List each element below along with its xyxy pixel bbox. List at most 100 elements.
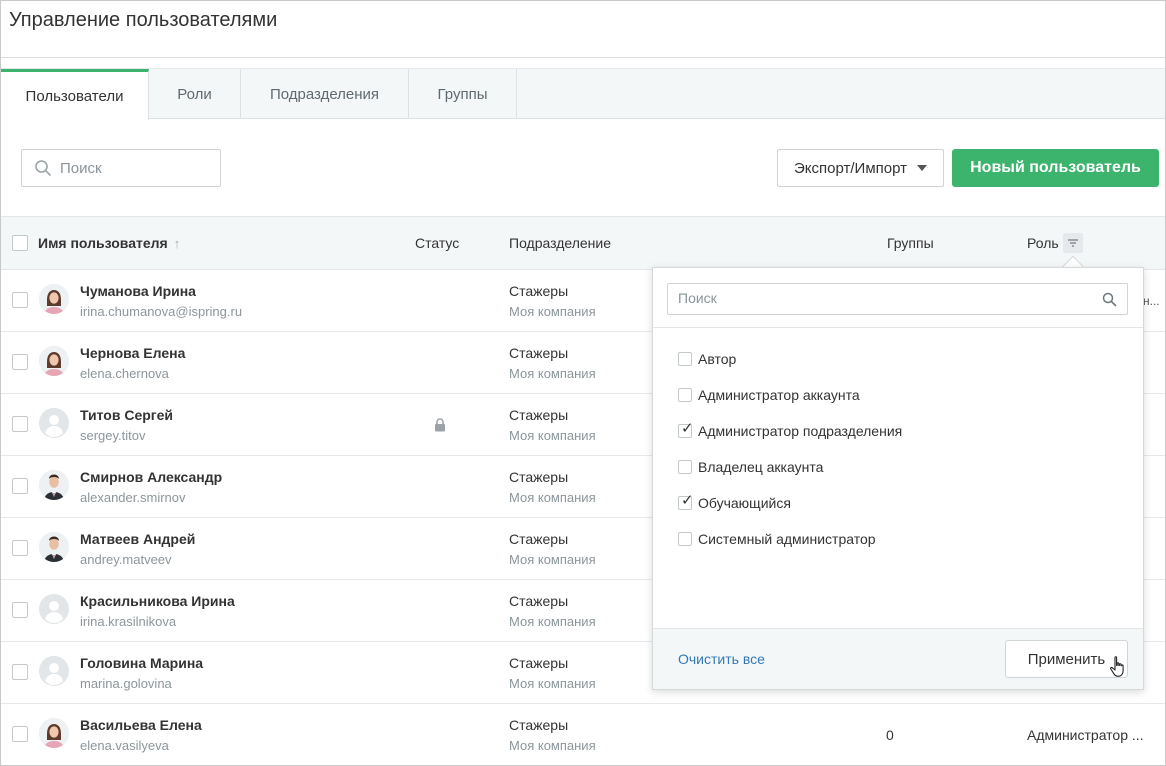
clear-all-link[interactable]: Очистить все	[678, 651, 765, 667]
user-name[interactable]: Чуманова Ирина	[80, 283, 196, 299]
user-company: Моя компания	[509, 676, 596, 691]
user-login: irina.krasilnikova	[80, 614, 177, 629]
checkmark-icon: ✓	[681, 492, 694, 509]
user-company: Моя компания	[509, 614, 596, 629]
role-option-label: Администратор аккаунта	[698, 387, 860, 403]
export-import-label: Экспорт/Импорт	[794, 159, 907, 177]
role-cell-overflow: н...	[1143, 294, 1160, 308]
user-name[interactable]: Красильникова Ирина	[80, 593, 235, 609]
table-header: Имя пользователя ↑ Статус Подразделение Г…	[1, 216, 1165, 270]
avatar	[39, 346, 69, 376]
avatar	[39, 408, 69, 438]
role-option-checkbox[interactable]: ✓	[678, 421, 694, 438]
user-login: elena.vasilyeva	[80, 738, 169, 753]
row-checkbox[interactable]	[12, 726, 28, 742]
user-department: Стажеры	[509, 469, 569, 485]
user-department: Стажеры	[509, 345, 569, 361]
user-name[interactable]: Головина Марина	[80, 655, 203, 671]
user-company: Моя компания	[509, 552, 596, 567]
role-option-label: Администратор подразделения	[698, 423, 903, 439]
user-role: Администратор ...	[1027, 727, 1144, 743]
user-department: Стажеры	[509, 717, 569, 733]
role-filter-search	[667, 283, 1128, 315]
row-checkbox[interactable]	[12, 540, 28, 556]
search-icon	[35, 160, 51, 176]
role-option[interactable]: Владелец аккаунта	[678, 457, 823, 477]
row-checkbox[interactable]	[12, 416, 28, 432]
user-department: Стажеры	[509, 283, 569, 299]
user-login: marina.golovina	[80, 676, 172, 691]
role-option[interactable]: ✓ Обучающийся	[678, 493, 791, 513]
user-name[interactable]: Титов Сергей	[80, 407, 173, 423]
avatar	[39, 594, 69, 624]
role-filter-button[interactable]	[1063, 233, 1083, 253]
user-department: Стажеры	[509, 593, 569, 609]
user-login: andrey.matveev	[80, 552, 172, 567]
role-option-label: Системный администратор	[698, 531, 876, 547]
column-header-department: Подразделение	[509, 235, 612, 251]
popup-footer: Очистить все Применить	[653, 628, 1143, 689]
user-login: sergey.titov	[80, 428, 146, 443]
role-option-checkbox[interactable]	[678, 532, 692, 546]
role-option[interactable]: Администратор аккаунта	[678, 385, 860, 405]
app-window: Управление пользователями Пользователи Р…	[0, 0, 1166, 766]
avatar	[39, 284, 69, 314]
user-department: Стажеры	[509, 655, 569, 671]
tab-roles[interactable]: Роли	[149, 69, 241, 119]
hand-cursor-icon	[1110, 656, 1124, 677]
user-groups: 0	[886, 727, 894, 743]
user-login: alexander.smirnov	[80, 490, 186, 505]
role-option[interactable]: ✓ Администратор подразделения	[678, 421, 902, 441]
user-company: Моя компания	[509, 366, 596, 381]
role-option-checkbox[interactable]	[678, 460, 692, 474]
user-name[interactable]: Чернова Елена	[80, 345, 185, 361]
role-option-label: Обучающийся	[698, 495, 791, 511]
user-department: Стажеры	[509, 407, 569, 423]
sort-ascending-icon: ↑	[173, 236, 181, 251]
role-filter-popup: АвторАдминистратор аккаунта✓Администрато…	[652, 267, 1144, 690]
filter-icon	[1068, 239, 1078, 247]
row-checkbox[interactable]	[12, 664, 28, 680]
table-row[interactable]: Васильева Елена elena.vasilyeva Стажеры Моя…	[1, 704, 1165, 765]
tab-users[interactable]: Пользователи	[1, 69, 149, 120]
export-import-button[interactable]: Экспорт/Импорт	[777, 149, 944, 187]
tab-departments[interactable]: Подразделения	[241, 69, 409, 119]
column-header-groups: Группы	[887, 235, 934, 251]
user-name[interactable]: Смирнов Александр	[80, 469, 222, 485]
avatar	[39, 470, 69, 500]
lock-icon	[435, 418, 445, 432]
column-header-status: Статус	[415, 235, 460, 251]
role-option[interactable]: Системный администратор	[678, 529, 876, 549]
role-option-checkbox[interactable]: ✓	[678, 492, 694, 510]
role-option-label: Автор	[698, 351, 737, 367]
tab-groups[interactable]: Группы	[409, 69, 517, 119]
avatar	[39, 656, 69, 686]
divider	[1, 57, 1165, 58]
page-title: Управление пользователями	[9, 9, 278, 31]
user-name[interactable]: Матвеев Андрей	[80, 531, 195, 547]
select-all-checkbox[interactable]	[12, 235, 28, 251]
user-company: Моя компания	[509, 738, 596, 753]
user-department: Стажеры	[509, 531, 569, 547]
user-name[interactable]: Васильева Елена	[80, 717, 202, 733]
divider	[653, 327, 1143, 328]
new-user-button[interactable]: Новый пользователь	[952, 149, 1159, 187]
role-filter-search-input[interactable]	[678, 290, 1078, 306]
user-login: irina.chumanova@ispring.ru	[80, 304, 243, 319]
role-option-label: Владелец аккаунта	[698, 459, 824, 475]
user-company: Моя компания	[509, 428, 596, 443]
search-input[interactable]	[60, 159, 210, 177]
avatar	[39, 532, 69, 562]
row-checkbox[interactable]	[12, 292, 28, 308]
row-checkbox[interactable]	[12, 354, 28, 370]
chevron-down-icon	[916, 165, 927, 171]
column-header-role: Роль	[1027, 235, 1059, 251]
user-company: Моя компания	[509, 490, 596, 505]
column-header-name[interactable]: Имя пользователя ↑	[38, 235, 180, 251]
role-option[interactable]: Автор	[678, 349, 736, 369]
role-option-checkbox[interactable]	[678, 352, 692, 366]
row-checkbox[interactable]	[12, 602, 28, 618]
role-option-checkbox[interactable]	[678, 388, 692, 402]
user-login: elena.chernova	[80, 366, 169, 381]
row-checkbox[interactable]	[12, 478, 28, 494]
